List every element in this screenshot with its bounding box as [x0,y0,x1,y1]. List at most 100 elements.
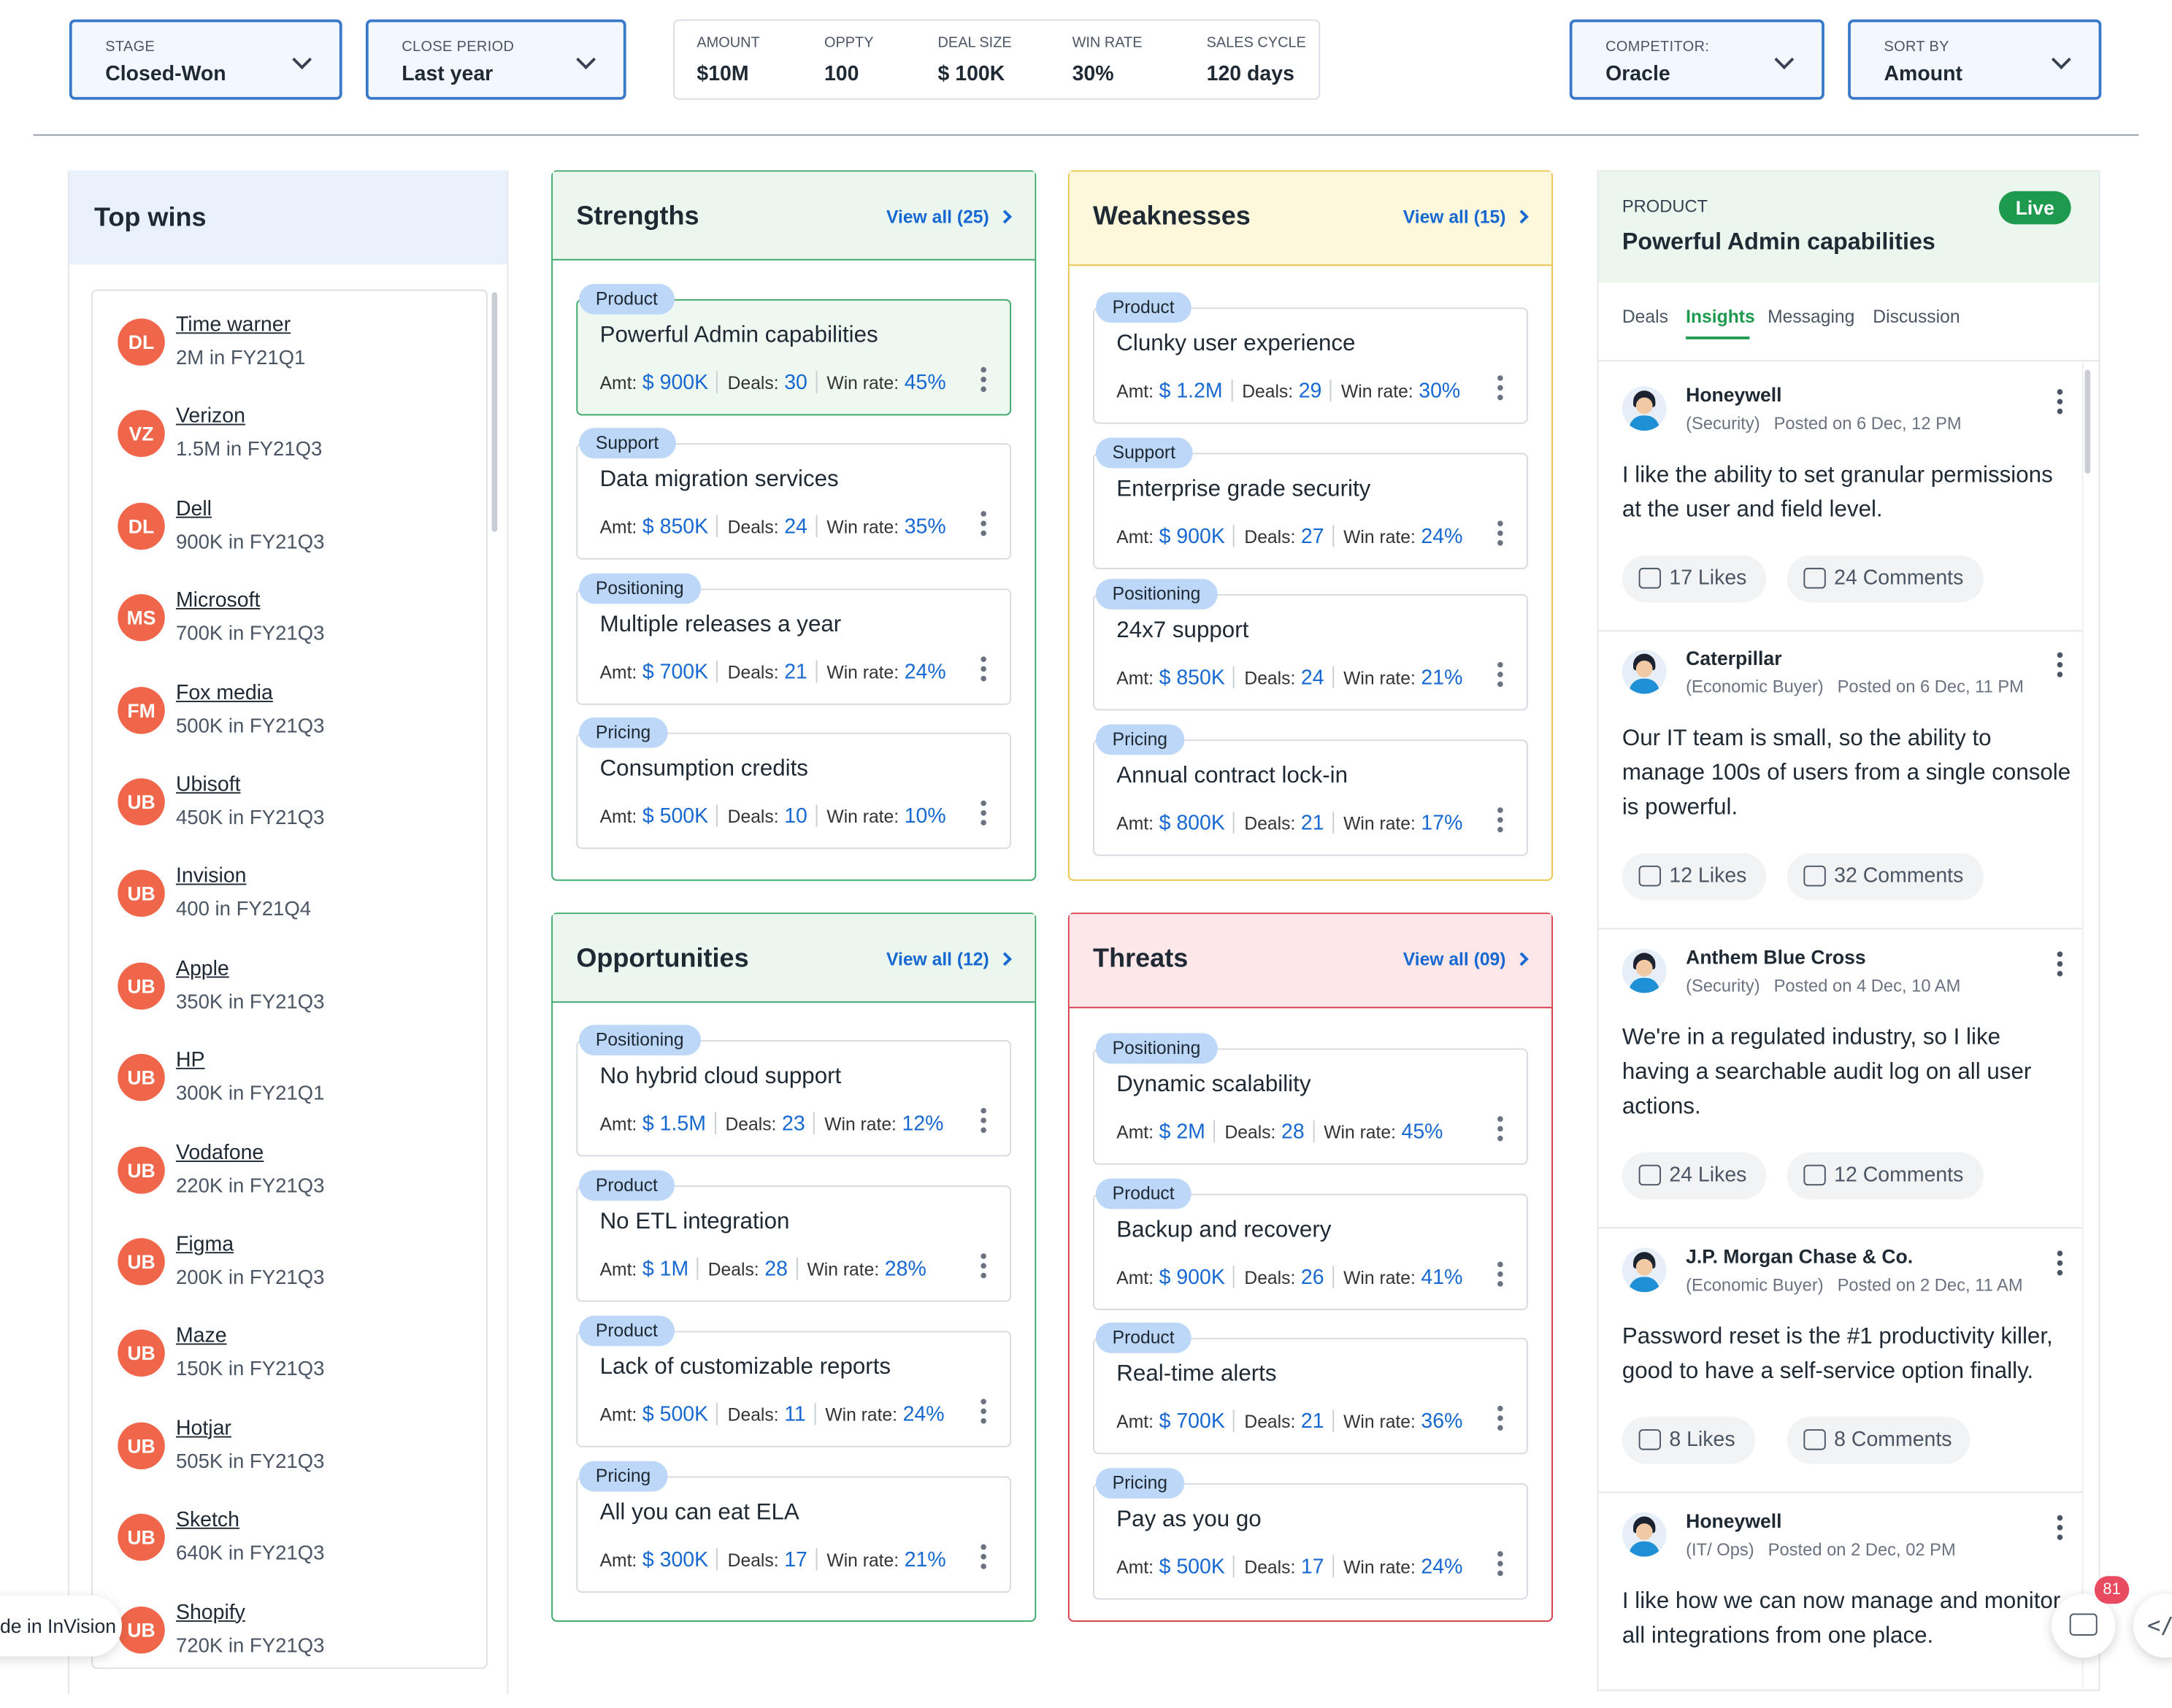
more-options-icon[interactable] [1497,807,1503,833]
more-options-icon[interactable] [2057,1515,2063,1544]
invision-badge[interactable]: de in InVision [0,1595,122,1657]
panel-title: Weaknesses [1093,202,1251,231]
comments-button[interactable]: 8 Comments [1787,1417,1970,1464]
win-rate-value: 21% [904,1548,946,1572]
amount-value: $ 700K [642,661,709,685]
sort-by-dropdown[interactable]: SORT BY Amount [1848,19,2102,100]
likes-button[interactable]: 17 Likes [1622,555,1767,603]
more-options-icon[interactable] [981,656,986,682]
account-name-link[interactable]: Maze [176,1325,227,1348]
swot-card[interactable]: Product Lack of customizable reports Amt: $… [576,1315,1012,1447]
view-all-link[interactable]: View all (12) [886,949,1012,969]
win-rate-label: Win rate: [826,661,899,683]
comments-button[interactable]: 32 Comments [1787,853,1984,901]
more-options-icon[interactable] [2057,951,2063,981]
account-name-link[interactable]: Dell [176,497,212,520]
post-author: Honeywell [1686,383,1782,406]
swot-card[interactable]: Pricing Pay as you go Amt: $ 500K Deals: 17 Wi… [1093,1468,1528,1600]
more-options-icon[interactable] [2057,652,2063,682]
amount-label: Amt: [1116,812,1154,834]
deals-label: Deals: [727,661,779,683]
account-name-link[interactable]: Figma [176,1233,234,1256]
win-rate-label: Win rate: [1340,380,1413,402]
account-name-link[interactable]: HP [176,1049,205,1072]
likes-button[interactable]: 24 Likes [1622,1152,1767,1200]
likes-button[interactable]: 8 Likes [1622,1417,1756,1464]
swot-card[interactable]: Product No ETL integration Amt: $ 1M Deals: 2… [576,1170,1012,1302]
account-name-link[interactable]: Hotjar [176,1417,231,1440]
swot-card[interactable]: Positioning 24x7 support Amt: $ 850K Deals: 2… [1093,579,1528,711]
more-options-icon[interactable] [1497,1405,1503,1431]
view-all-label: View all (09) [1402,948,1506,970]
swot-card[interactable]: Product Real-time alerts Amt: $ 700K Deals: 2… [1093,1323,1528,1455]
swot-card[interactable]: Pricing All you can eat ELA Amt: $ 300K Deal… [576,1461,1012,1593]
comments-button[interactable]: 24 Comments [1787,555,1984,603]
card-title: All you can eat ELA [599,1499,799,1526]
swot-card[interactable]: Product Backup and recovery Amt: $ 900K Deal… [1093,1178,1528,1310]
competitor-dropdown[interactable]: COMPETITOR: Oracle [1569,19,1824,100]
tab-messaging[interactable]: Messaging [1768,306,1854,326]
close-period-dropdown[interactable]: CLOSE PERIOD Last year [365,19,626,100]
deals-value: 21 [1300,811,1324,836]
amount-label: Amt: [1116,1121,1154,1143]
code-button[interactable]: </ [2133,1593,2172,1658]
account-name-link[interactable]: Fox media [176,681,273,704]
swot-card[interactable]: Product Clunky user experience Amt: $ 1.2M D… [1093,292,1528,424]
more-options-icon[interactable] [981,511,986,536]
divider [814,1403,816,1426]
comments-button[interactable]: 12 Comments [1787,1152,1984,1200]
post-role: (Security) [1686,414,1760,434]
view-all-link[interactable]: View all (15) [1402,206,1529,228]
card-stats: Amt: $ 500K Deals: 11 Win rate: 24% [600,1403,945,1426]
swot-card[interactable]: Pricing Annual contract lock-in Amt: $ 800K… [1093,724,1528,856]
avatar: UB [118,1330,165,1377]
account-name-link[interactable]: Sketch [176,1509,239,1532]
account-name-link[interactable]: Time warner [176,313,291,336]
account-name-link[interactable]: Invision [176,865,247,888]
swot-card[interactable]: Product Powerful Admin capabilities Amt: $ … [576,283,1012,416]
scrollbar-track [2081,360,2084,1690]
more-options-icon[interactable] [981,366,986,392]
more-options-icon[interactable] [1497,375,1503,401]
account-name-link[interactable]: Vodafone [176,1141,264,1164]
more-options-icon[interactable] [1497,661,1503,688]
account-name-link[interactable]: Shopify [176,1601,245,1624]
deals-value: 28 [1281,1120,1305,1145]
stage-dropdown[interactable]: STAGE Closed-Won [69,19,342,100]
strengths-header: Strengths View all (25) [553,172,1035,261]
more-options-icon[interactable] [981,1107,986,1134]
more-options-icon[interactable] [981,1399,986,1424]
tab-discussion[interactable]: Discussion [1873,306,1960,326]
swot-card[interactable]: Positioning Multiple releases a year Amt: $… [576,573,1012,705]
swot-card[interactable]: Positioning Dynamic scalability Amt: $ 2M De… [1093,1033,1528,1165]
view-all-link[interactable]: View all (09) [1402,948,1529,970]
account-name-link[interactable]: Microsoft [176,589,260,612]
swot-card[interactable]: Support Data migration services Amt: $ 850K… [576,428,1012,560]
tab-insights[interactable]: Insights [1686,306,1755,326]
more-options-icon[interactable] [2057,1250,2063,1280]
view-all-link[interactable]: View all (25) [886,207,1012,227]
swot-card[interactable]: Positioning No hybrid cloud support Amt: $ … [576,1025,1012,1157]
account-name-link[interactable]: Verizon [176,405,245,428]
more-options-icon[interactable] [981,1544,986,1569]
more-options-icon[interactable] [1497,1116,1503,1142]
scrollbar[interactable] [491,292,498,532]
swot-card[interactable]: Support Enterprise grade security Amt: $ 90… [1093,437,1528,569]
more-options-icon[interactable] [981,1253,986,1279]
more-options-icon[interactable] [1497,1551,1503,1577]
avatar: UB [118,1054,165,1101]
category-tag: Support [579,428,676,459]
swot-card[interactable]: Pricing Consumption credits Amt: $ 500K Deal… [576,717,1012,850]
account-name-link[interactable]: Apple [176,957,229,980]
more-options-icon[interactable] [1497,1261,1503,1287]
deals-value: 21 [1300,1409,1324,1434]
tab-deals[interactable]: Deals [1622,306,1668,326]
more-options-icon[interactable] [2057,389,2063,418]
scrollbar[interactable] [2084,369,2091,474]
metric-value: 100 [824,62,859,86]
likes-button[interactable]: 12 Likes [1622,853,1767,901]
view-all-label: View all (15) [1402,206,1506,228]
more-options-icon[interactable] [1497,520,1503,546]
account-name-link[interactable]: Ubisoft [176,773,241,796]
more-options-icon[interactable] [981,800,986,826]
